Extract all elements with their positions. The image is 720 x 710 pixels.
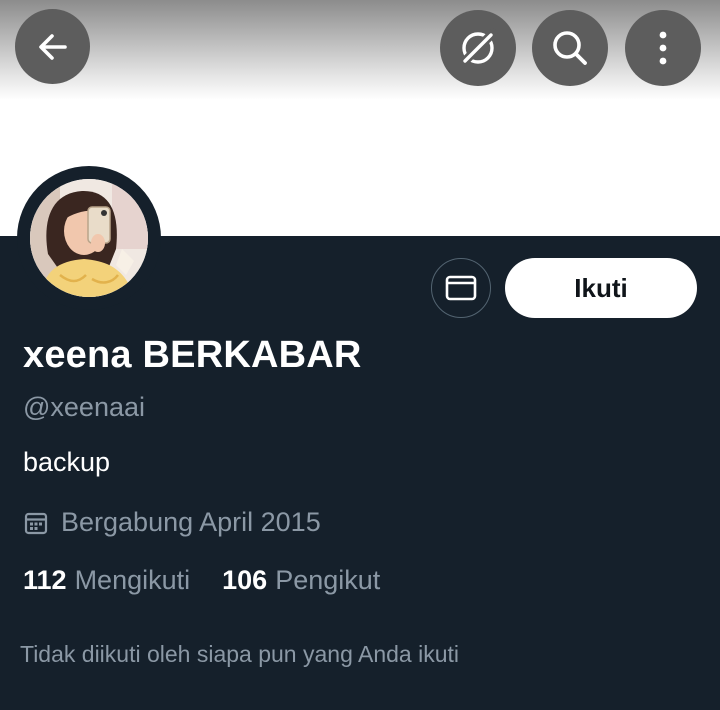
display-name: xeena BERKABAR [23, 334, 362, 376]
username-handle: @xeenaai [23, 392, 145, 422]
profile-bio: backup [23, 447, 111, 477]
calendar-icon [24, 512, 48, 534]
followers-count: 106 [222, 565, 268, 595]
follow-button[interactable]: Ikuti [505, 258, 697, 318]
avatar[interactable] [17, 166, 161, 310]
followed-by-note: Tidak diikuti oleh siapa pun yang Anda i… [20, 641, 459, 667]
more-vertical-icon [659, 31, 667, 65]
more-options-button[interactable] [625, 10, 701, 86]
back-button[interactable] [15, 9, 90, 84]
search-icon [553, 31, 587, 65]
grok-icon [458, 28, 498, 68]
follow-stats: 112 Mengikuti 106 Pengikut [23, 565, 380, 596]
message-button[interactable] [431, 258, 491, 318]
grok-button[interactable] [440, 10, 516, 86]
avatar-image [30, 179, 148, 297]
following-count: 112 [23, 565, 67, 595]
join-date-text: Bergabung April 2015 [61, 507, 321, 537]
search-button[interactable] [532, 10, 608, 86]
envelope-icon [445, 275, 477, 301]
followers-label: Pengikut [275, 565, 381, 595]
followers-link[interactable]: 106 Pengikut [222, 565, 380, 596]
join-date: Bergabung April 2015 [23, 507, 321, 538]
following-link[interactable]: 112 Mengikuti [23, 565, 190, 596]
profile-page: Ikuti xeena BERKABAR @xeenaai backup Ber… [0, 0, 720, 710]
avatar-photo [30, 179, 148, 297]
arrow-left-icon [38, 33, 67, 60]
following-label: Mengikuti [74, 565, 191, 595]
